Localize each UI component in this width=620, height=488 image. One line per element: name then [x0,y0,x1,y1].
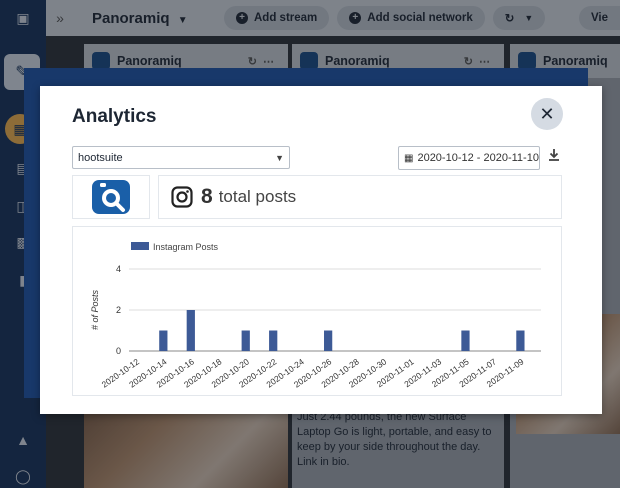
bar [159,330,168,351]
instagram-icon [171,186,193,208]
posts-chart: Instagram Posts 0 2 4 # of Posts 2020-10-12 20… [72,226,562,396]
bar [241,330,250,351]
total-posts-card: 8 total posts [158,175,562,219]
bar [516,330,525,351]
bar [461,330,470,351]
total-posts-count: 8 [201,185,213,208]
bar [186,310,195,351]
account-select-value: hootsuite [78,151,123,164]
panoramiq-logo-icon [92,180,130,214]
close-button[interactable]: ✕ [531,98,563,130]
chevron-down-icon: ▼ [275,152,284,163]
date-range-value: 2020-10-12 - 2020-11-10 [417,152,539,164]
total-posts-label: total posts [218,187,297,206]
modal-title: Analytics [72,106,157,127]
posts-bar-chart: Instagram Posts024# of Posts2020-10-1220… [90,242,541,390]
y-axis-label: # of Posts [90,289,100,330]
date-range-picker[interactable]: ▦ 2020-10-12 - 2020-11-10 [398,146,540,170]
download-icon[interactable] [546,148,562,166]
bar [269,330,278,351]
legend-label: Instagram Posts [153,242,219,252]
account-select[interactable]: hootsuite ▼ [72,146,290,169]
analytics-modal: Analytics ✕ hootsuite ▼ ▦ 2020-10-12 - 2… [40,86,602,414]
account-logo [72,175,150,219]
legend-swatch [131,242,149,250]
y-tick-label: 4 [116,264,121,274]
y-tick-label: 2 [116,305,121,315]
close-icon: ✕ [539,103,555,124]
y-tick-label: 0 [116,346,121,356]
calendar-icon: ▦ [404,152,414,164]
bar [324,330,333,351]
